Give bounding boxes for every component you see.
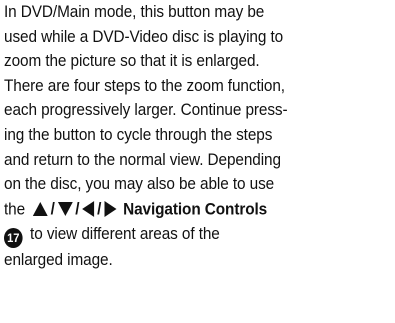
paragraph-line-1: In DVD/Main mode, this button may be	[4, 3, 265, 21]
arrow-down-icon	[57, 202, 73, 217]
paragraph-line-7: and return to the normal view. Depending	[4, 150, 281, 169]
paragraph-line-9: the / / / Navigation Controls	[4, 197, 389, 222]
navigation-controls-label: Navigation Controls	[123, 200, 268, 219]
manual-page: In DVD/Main mode, this button may be use…	[4, 0, 394, 323]
paragraph-line-5: each progressively larger. Continue pres…	[4, 101, 288, 120]
arrow-up-icon	[32, 202, 48, 217]
callout-number-badge: 17	[4, 227, 23, 248]
paragraph-line-2: used while a DVD-Video disc is playing t…	[4, 27, 284, 46]
paragraph-line-3: zoom the picture so that it is enlarged.	[4, 52, 260, 71]
line-10-text: to view different areas of the	[30, 224, 220, 243]
line-9-prefix: the	[4, 200, 26, 219]
paragraph-line-4: There are four steps to the zoom functio…	[4, 76, 285, 95]
paragraph-line-10: 17 to view different areas of the	[4, 222, 389, 248]
slash-separator: /	[97, 199, 102, 218]
arrow-left-icon	[82, 201, 95, 218]
zoom-description-paragraph: In DVD/Main mode, this button may be use…	[4, 0, 389, 273]
arrow-right-icon	[104, 201, 117, 218]
slash-separator: /	[75, 199, 80, 218]
paragraph-line-11: enlarged image.	[4, 250, 113, 269]
paragraph-line-8: on the disc, you may also be able to use	[4, 175, 275, 194]
navigation-arrows: / / /	[32, 197, 117, 222]
slash-separator: /	[50, 199, 55, 218]
paragraph-line-6: ing the button to cycle through the step…	[4, 125, 273, 144]
